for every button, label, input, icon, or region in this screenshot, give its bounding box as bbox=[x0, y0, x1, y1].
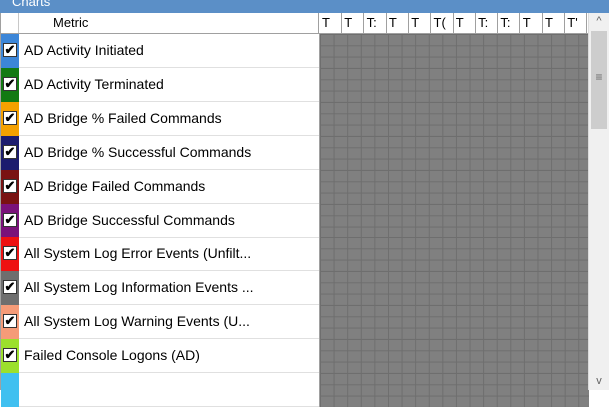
row-checkbox[interactable]: ✔ bbox=[3, 144, 17, 159]
color-swatch: ✔ bbox=[1, 34, 19, 68]
metric-grid: Metric T T T: T T T(T T: T: T T T' ✔ AD Activity In… bbox=[0, 13, 589, 407]
metric-label: All System Log Error Events (Unfilt... bbox=[24, 245, 252, 262]
metric-row[interactable]: ✔ AD Activity Initiated bbox=[1, 34, 589, 68]
data-cells bbox=[320, 373, 589, 407]
color-swatch: ✔ bbox=[1, 169, 19, 204]
row-checkbox[interactable]: ✔ bbox=[3, 280, 17, 295]
data-cells bbox=[320, 67, 589, 102]
metric-row[interactable]: ✔ AD Bridge % Successful Commands bbox=[1, 135, 589, 170]
color-swatch bbox=[1, 373, 19, 407]
header-corner bbox=[1, 13, 19, 33]
metric-row[interactable]: ✔ All System Log Information Events ... bbox=[1, 271, 589, 306]
color-swatch: ✔ bbox=[1, 203, 19, 238]
data-cells bbox=[320, 203, 589, 238]
data-cells bbox=[320, 271, 589, 306]
metric-row[interactable]: ✔ AD Activity Terminated bbox=[1, 67, 589, 102]
scroll-down-icon[interactable]: v bbox=[589, 373, 609, 390]
panel-titlebar: Charts bbox=[0, 0, 609, 13]
panel-title: Charts bbox=[12, 0, 51, 9]
grid-header: Metric T T T: T T T(T T: T: T T T' bbox=[1, 13, 589, 34]
metric-label: AD Activity Terminated bbox=[24, 75, 164, 92]
scroll-up-icon[interactable]: ^ bbox=[589, 13, 609, 30]
row-checkbox[interactable]: ✔ bbox=[3, 43, 17, 57]
metric-label: All System Log Information Events ... bbox=[24, 279, 254, 296]
row-checkbox[interactable]: ✔ bbox=[3, 178, 17, 193]
row-checkbox[interactable]: ✔ bbox=[3, 348, 17, 363]
data-cells bbox=[320, 339, 589, 374]
color-swatch: ✔ bbox=[1, 271, 19, 306]
column-header[interactable]: T bbox=[409, 13, 432, 33]
color-swatch: ✔ bbox=[1, 135, 19, 170]
grip-icon: ≡ bbox=[595, 70, 603, 84]
metric-row[interactable]: ✔ All System Log Error Events (Unfilt... bbox=[1, 237, 589, 272]
row-checkbox[interactable]: ✔ bbox=[3, 212, 17, 227]
column-header[interactable]: T bbox=[521, 13, 543, 33]
column-header[interactable]: T: bbox=[476, 13, 499, 33]
column-header[interactable]: T bbox=[387, 13, 409, 33]
data-cells bbox=[320, 135, 589, 170]
row-checkbox[interactable]: ✔ bbox=[3, 76, 17, 91]
color-swatch: ✔ bbox=[1, 305, 19, 340]
row-checkbox[interactable]: ✔ bbox=[3, 110, 17, 125]
metric-label: AD Activity Initiated bbox=[24, 42, 144, 58]
color-swatch: ✔ bbox=[1, 67, 19, 102]
column-header[interactable]: T( bbox=[432, 13, 454, 33]
column-header[interactable]: T: bbox=[365, 13, 387, 33]
metric-label: AD Bridge % Failed Commands bbox=[24, 109, 222, 126]
metric-label: Failed Console Logons (AD) bbox=[24, 347, 200, 364]
header-metric[interactable]: Metric bbox=[19, 13, 319, 33]
color-swatch: ✔ bbox=[1, 237, 19, 272]
metric-label: AD Bridge Failed Commands bbox=[24, 177, 206, 194]
column-header[interactable]: T bbox=[342, 13, 365, 33]
color-swatch: ✔ bbox=[1, 339, 19, 374]
metric-label: AD Bridge Successful Commands bbox=[24, 211, 235, 228]
column-header[interactable]: T: bbox=[498, 13, 521, 33]
metric-row[interactable]: ✔ All System Log Warning Events (U... bbox=[1, 305, 589, 340]
column-header[interactable]: T' bbox=[565, 13, 588, 33]
metric-label: AD Bridge % Successful Commands bbox=[24, 143, 252, 160]
data-cells bbox=[320, 169, 589, 204]
metric-row[interactable]: ✔ Failed Console Logons (AD) bbox=[1, 339, 589, 374]
column-header[interactable]: T bbox=[543, 13, 565, 33]
data-cells bbox=[320, 305, 589, 340]
column-header[interactable]: T bbox=[454, 13, 476, 33]
metric-row[interactable]: ✔ AD Bridge Failed Commands bbox=[1, 169, 589, 204]
metric-label: All System Log Warning Events (U... bbox=[24, 313, 250, 330]
data-cells bbox=[320, 101, 589, 136]
metric-row[interactable]: ✔ AD Bridge Successful Commands bbox=[1, 203, 589, 238]
metric-row[interactable] bbox=[1, 373, 589, 407]
color-swatch: ✔ bbox=[1, 101, 19, 136]
column-header[interactable]: T bbox=[320, 13, 342, 33]
row-checkbox[interactable]: ✔ bbox=[3, 246, 17, 261]
metric-row[interactable]: ✔ AD Bridge % Failed Commands bbox=[1, 101, 589, 136]
vertical-scrollbar[interactable]: ^ ≡ v bbox=[588, 13, 609, 390]
row-checkbox[interactable]: ✔ bbox=[3, 314, 17, 329]
data-cells bbox=[320, 34, 589, 68]
data-cells bbox=[320, 237, 589, 272]
scroll-thumb[interactable]: ≡ bbox=[591, 31, 607, 129]
